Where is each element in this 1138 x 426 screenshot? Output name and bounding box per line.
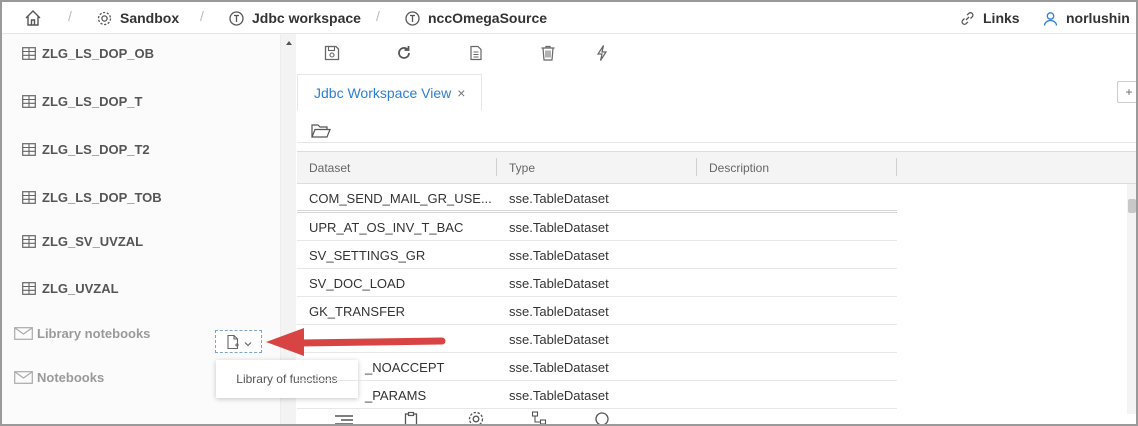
cell-type: sse.TableDataset — [509, 331, 609, 347]
tab-label: Jdbc Workspace View — [314, 84, 452, 101]
top-bar: / Sandbox / Jdbc workspace / nccOmegaSou… — [2, 2, 1136, 34]
tab-jdbc-workspace-view[interactable]: Jdbc Workspace View × — [297, 74, 482, 111]
cell-dataset: _PARAMS — [365, 387, 427, 403]
sidebar-item-label: ZLG_LS_DOP_T — [42, 94, 143, 109]
breadcrumb-label: nccOmegaSource — [428, 10, 548, 26]
column-divider[interactable] — [896, 158, 897, 176]
settings-icon[interactable] — [467, 410, 485, 424]
trash-icon[interactable] — [539, 44, 557, 67]
gear-icon — [97, 11, 112, 25]
jdbc-icon — [229, 10, 244, 26]
clipboard-icon[interactable] — [403, 410, 419, 424]
table-header: Dataset Type Description — [297, 151, 1136, 184]
sidebar-item-table[interactable]: ZLG_LS_DOP_TOB — [22, 190, 162, 205]
sidebar-item-table[interactable]: ZLG_LS_DOP_T — [22, 94, 142, 109]
links-button[interactable]: Links — [959, 8, 1020, 28]
cell-type: sse.TableDataset — [509, 219, 609, 235]
sidebar-item-table[interactable]: ZLG_SV_UVZAL — [22, 234, 143, 249]
table-icon — [22, 47, 36, 60]
list-icon[interactable] — [333, 410, 355, 424]
sidebar-section-notebooks[interactable]: Notebooks — [14, 370, 104, 385]
envelope-icon — [14, 371, 33, 384]
table-body: COM_SEND_MAIL_GR_USE... sse.TableDataset… — [297, 184, 1127, 409]
user-icon — [1043, 11, 1058, 26]
table-icon — [22, 143, 36, 156]
breadcrumb-separator: / — [376, 8, 380, 24]
annotation-arrow — [266, 328, 446, 356]
cell-type: sse.TableDataset — [509, 387, 609, 403]
cell-dataset: UPR_AT_OS_INV_T_BAC — [309, 219, 464, 235]
links-label: Links — [983, 10, 1020, 26]
main-panel: Jdbc Workspace View × + Dataset Type Des… — [297, 34, 1136, 424]
cell-type: sse.TableDataset — [509, 247, 609, 263]
table-row[interactable]: UPR_AT_OS_INV_T_BAC sse.TableDataset — [297, 213, 897, 241]
table-icon — [22, 282, 36, 295]
sidebar-item-label: ZLG_LS_DOP_OB — [42, 46, 154, 61]
link-icon — [961, 11, 974, 25]
breadcrumb-sandbox[interactable]: Sandbox — [96, 8, 179, 28]
copy-icon[interactable] — [467, 44, 485, 67]
jdbc-icon — [405, 10, 420, 26]
tree-icon[interactable] — [531, 410, 547, 424]
table-row[interactable]: GK_TRANSFER sse.TableDataset — [297, 297, 897, 325]
cell-type: sse.TableDataset — [509, 275, 609, 291]
refresh-icon[interactable] — [395, 44, 413, 67]
scroll-up-icon — [286, 41, 292, 45]
breadcrumb-separator: / — [200, 8, 204, 24]
column-header-description[interactable]: Description — [697, 152, 769, 183]
cell-type: sse.TableDataset — [509, 303, 609, 319]
search-icon[interactable] — [594, 410, 612, 424]
save-icon[interactable] — [323, 44, 341, 67]
section-label: Notebooks — [37, 370, 105, 385]
sidebar-item-table[interactable]: ZLG_LS_DOP_T2 — [22, 142, 150, 157]
table-row[interactable]: COM_SEND_MAIL_GR_USE... sse.TableDataset — [297, 184, 897, 213]
breadcrumb-label: Jdbc workspace — [252, 10, 361, 26]
breadcrumb-jdbc-workspace[interactable]: Jdbc workspace — [228, 8, 361, 28]
sidebar-section-library-notebooks[interactable]: Library notebooks — [14, 326, 150, 341]
tab-bar: Jdbc Workspace View × + — [297, 74, 1136, 144]
table-row[interactable]: SV_DOC_LOAD sse.TableDataset — [297, 269, 897, 297]
user-name: norlushin — [1066, 10, 1130, 26]
home-icon[interactable] — [24, 9, 42, 32]
sidebar-item-label: ZLG_LS_DOP_T2 — [42, 142, 150, 157]
cell-dataset: SV_DOC_LOAD — [309, 275, 406, 291]
file-add-icon — [226, 334, 239, 349]
scrollbar-thumb[interactable] — [1128, 199, 1136, 213]
folder-open-icon[interactable] — [311, 123, 331, 144]
breadcrumb-label: Sandbox — [120, 10, 180, 26]
breadcrumb-separator: / — [68, 8, 72, 24]
sidebar-item-label: ZLG_LS_DOP_TOB — [42, 190, 162, 205]
cell-type: sse.TableDataset — [509, 190, 609, 206]
column-header-dataset[interactable]: Dataset — [297, 152, 350, 183]
table-scrollbar[interactable] — [1127, 184, 1136, 414]
column-header-type[interactable]: Type — [497, 152, 535, 183]
table-row[interactable]: SV_SETTINGS_GR sse.TableDataset — [297, 241, 897, 269]
table-icon — [22, 235, 36, 248]
user-menu[interactable]: norlushin — [1042, 8, 1130, 28]
cell-dataset: COM_SEND_MAIL_GR_USE... — [309, 190, 492, 206]
chevron-down-icon — [244, 342, 251, 347]
cell-dataset: SV_SETTINGS_GR — [309, 247, 426, 263]
table-row[interactable]: _PARAMS sse.TableDataset — [297, 381, 897, 409]
section-label: Library notebooks — [37, 326, 151, 341]
close-icon[interactable]: × — [457, 85, 465, 101]
add-tab-button[interactable]: + — [1117, 81, 1136, 103]
cell-dataset: GK_TRANSFER — [309, 303, 406, 319]
sidebar-item-label: ZLG_SV_UVZAL — [42, 234, 144, 249]
table-icon — [22, 95, 36, 108]
sidebar-item-table[interactable]: ZLG_LS_DOP_OB — [22, 46, 154, 61]
app-window: / Sandbox / Jdbc workspace / nccOmegaSou… — [0, 0, 1138, 426]
table-icon — [22, 191, 36, 204]
sidebar-item-table[interactable]: ZLG_UVZAL — [22, 281, 119, 296]
sidebar-item-label: ZLG_UVZAL — [42, 281, 119, 296]
breadcrumb-ncc-omega-source[interactable]: nccOmegaSource — [404, 8, 547, 28]
envelope-icon — [14, 327, 33, 340]
cell-type: sse.TableDataset — [509, 359, 609, 375]
flash-icon[interactable] — [593, 44, 611, 67]
add-file-dropdown-button[interactable] — [215, 330, 262, 353]
